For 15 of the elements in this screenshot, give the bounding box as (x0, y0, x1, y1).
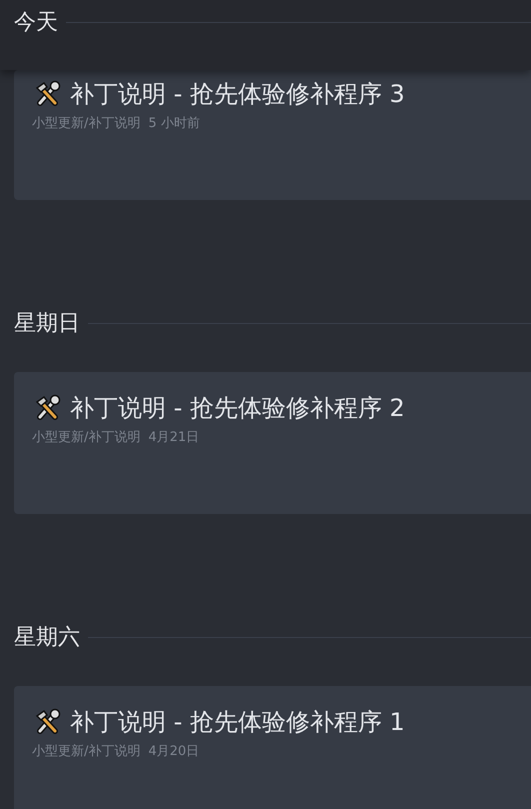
post-title: 补丁说明 - 抢先体验修补程序 1 (70, 707, 405, 738)
post-category: 小型更新/补丁说明 (32, 743, 140, 761)
day-heading: 星期六 (13, 624, 80, 652)
post-title: 补丁说明 - 抢先体验修补程序 2 (70, 393, 405, 424)
post-card[interactable]: 补丁说明 - 抢先体验修补程序 3 小型更新/补丁说明 5 小时前 (14, 70, 531, 200)
day-heading: 今天 (13, 9, 58, 37)
post-category: 小型更新/补丁说明 (32, 115, 140, 133)
post-category: 小型更新/补丁说明 (32, 429, 140, 447)
post-time: 4月20日 (148, 743, 200, 761)
post-time: 5 小时前 (148, 115, 200, 133)
post-title: 补丁说明 - 抢先体验修补程序 3 (70, 79, 405, 110)
post-time: 4月21日 (148, 429, 200, 447)
post-card[interactable]: 补丁说明 - 抢先体验修补程序 2 小型更新/补丁说明 4月21日 (14, 372, 531, 514)
post-card[interactable]: 补丁说明 - 抢先体验修补程序 1 小型更新/补丁说明 4月20日 (14, 686, 531, 809)
day-heading: 星期日 (13, 310, 80, 338)
